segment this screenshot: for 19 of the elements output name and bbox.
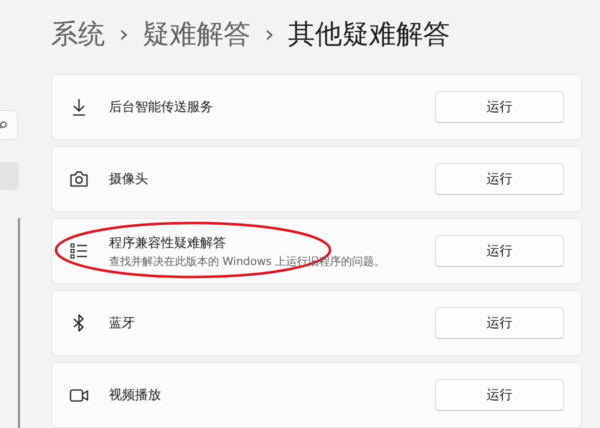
troubleshooter-title: 蓝牙 [109,315,136,332]
run-button[interactable]: 运行 [435,307,564,339]
breadcrumb-item: 其他疑难解答 [288,18,450,52]
run-button[interactable]: 运行 [435,163,564,195]
breadcrumb-separator: › [119,20,129,48]
run-button[interactable]: 运行 [435,91,564,123]
breadcrumb-separator: › [264,20,274,48]
troubleshooter-title: 摄像头 [109,171,149,188]
scrollbar[interactable] [18,218,20,428]
camera-icon [69,169,89,189]
run-button[interactable]: 运行 [435,379,564,411]
breadcrumb-item[interactable]: 系统 [51,16,105,52]
troubleshooter-title: 视频播放 [109,387,162,404]
list-icon [69,241,89,261]
breadcrumb-item[interactable]: 疑难解答 [142,16,251,52]
troubleshooter-title: 后台智能传送服务 [109,99,214,116]
search-icon [0,120,7,130]
run-button[interactable]: 运行 [435,235,564,267]
troubleshooter-title: 程序兼容性疑难解答 [109,234,227,252]
